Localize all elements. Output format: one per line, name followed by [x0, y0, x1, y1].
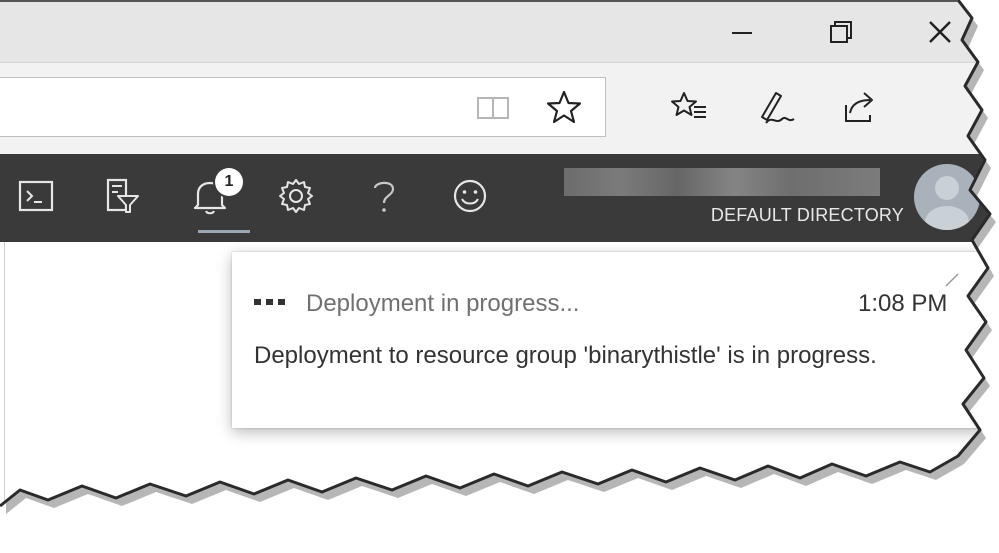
- favorites-list-icon: [671, 92, 706, 118]
- settings-button[interactable]: [274, 174, 318, 218]
- directory-label: DEFAULT DIRECTORY: [710, 205, 904, 225]
- notification-title[interactable]: Deployment in progress...: [306, 290, 579, 318]
- screenshot: 1 DEFAULT DIRECTORY es Deployment in pro…: [0, 0, 999, 553]
- restore-icon: [830, 21, 852, 43]
- minimize-button[interactable]: [722, 12, 762, 52]
- left-blade-border: [4, 242, 5, 506]
- share-icon: [845, 92, 873, 122]
- help-button[interactable]: [362, 174, 406, 218]
- feedback-button[interactable]: [448, 174, 492, 218]
- progress-dots-icon: [254, 299, 285, 305]
- help-icon: [373, 181, 395, 212]
- close-button[interactable]: [920, 12, 960, 52]
- gear-icon: [279, 179, 313, 213]
- directory-filter-icon: [106, 178, 139, 213]
- close-icon[interactable]: [942, 270, 962, 290]
- reading-view-icon: [477, 97, 509, 119]
- add-favorite-button[interactable]: [544, 88, 584, 128]
- web-note-button[interactable]: [756, 87, 796, 127]
- smiley-icon: [453, 179, 487, 213]
- address-input[interactable]: [8, 90, 452, 124]
- user-avatar-icon: [925, 176, 969, 230]
- directory-filter-button[interactable]: [100, 174, 144, 218]
- window-titlebar: [0, 0, 990, 62]
- redacted-user-name: [564, 168, 880, 196]
- notification-toast[interactable]: Deployment in progress... 1:08 PM Deploy…: [232, 252, 990, 428]
- browser-toolbar: [0, 62, 990, 155]
- address-bar[interactable]: [0, 77, 606, 137]
- close-icon: [929, 21, 951, 43]
- active-tab-indicator: [198, 230, 250, 233]
- reading-view-button[interactable]: [474, 88, 514, 128]
- star-icon: [546, 90, 582, 124]
- favorites-hub-button[interactable]: [670, 87, 710, 127]
- minimize-icon: [732, 32, 752, 34]
- share-button[interactable]: [840, 87, 880, 127]
- browser-capture: 1 DEFAULT DIRECTORY es Deployment in pro…: [0, 0, 990, 506]
- notification-message: Deployment to resource group 'binarythis…: [254, 342, 877, 369]
- restore-button[interactable]: [820, 12, 860, 52]
- notification-time: 1:08 PM: [858, 290, 948, 317]
- cloud-shell-button[interactable]: [14, 174, 58, 218]
- cloud-shell-icon: [18, 180, 54, 212]
- notification-count-badge: 1: [215, 168, 243, 196]
- avatar[interactable]: [914, 164, 980, 230]
- pen-note-icon: [761, 92, 795, 124]
